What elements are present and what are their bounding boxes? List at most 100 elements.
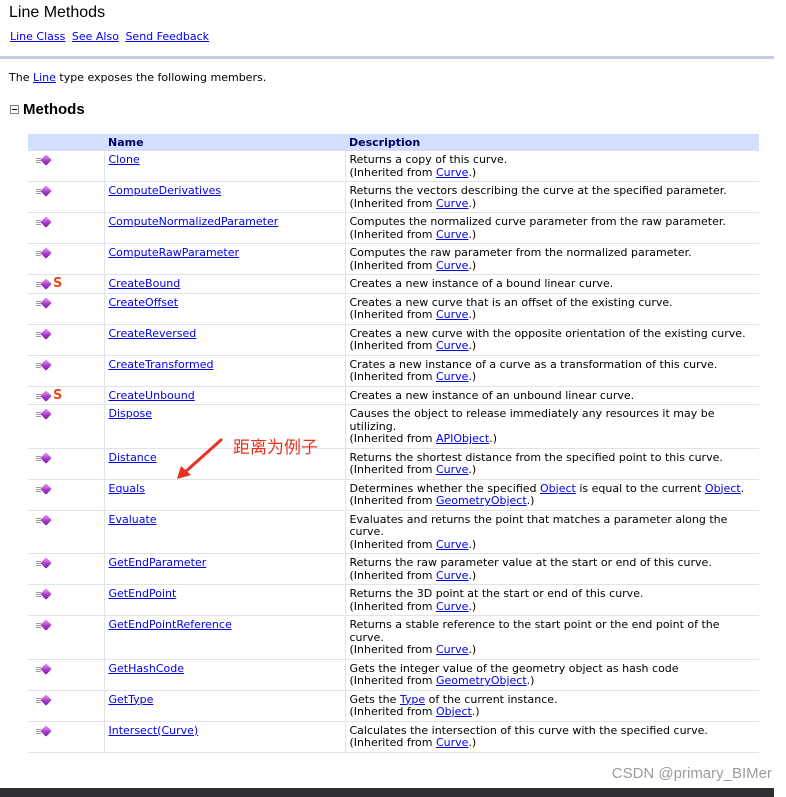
icon-cell [28, 690, 104, 722]
inherited-from-link[interactable]: Object [436, 705, 472, 718]
description-cell: Gets the integer value of the geometry o… [344, 659, 759, 691]
description-column-header: Description [345, 134, 759, 151]
name-cell: CreateReversed [103, 324, 345, 356]
inherited-suffix: .) [468, 227, 477, 241]
inherited-suffix: .) [468, 537, 477, 551]
method-link[interactable]: Dispose [109, 407, 152, 420]
method-link[interactable]: GetEndPointReference [109, 618, 232, 631]
send-feedback-link[interactable]: Send Feedback [125, 30, 209, 43]
inherited-from-link[interactable]: Curve [436, 538, 468, 551]
table-body: Clone Returns a copy of this curve. (Inher… [28, 151, 759, 753]
description-text: Gets the [349, 692, 400, 706]
inherited-prefix: (Inherited from [349, 165, 436, 179]
table-row: GetEndParameter Returns the raw parameter… [28, 553, 759, 585]
icon-cell: S [28, 274, 104, 294]
method-link[interactable]: ComputeNormalizedParameter [109, 215, 279, 228]
inherited-from-link[interactable]: Curve [436, 259, 468, 272]
icon-cell [28, 355, 104, 387]
icon-cell [28, 212, 104, 244]
description-cell: Causes the object to release immediately… [344, 404, 759, 449]
description-text: Causes the object to release immediately… [349, 407, 715, 433]
method-link[interactable]: CreateUnbound [109, 389, 195, 402]
description-cell: Returns the 3D point at the start or end… [344, 584, 759, 616]
inherited-from-link[interactable]: Curve [436, 166, 468, 179]
icon-cell [28, 293, 104, 325]
see-also-link[interactable]: See Also [72, 30, 119, 43]
inherited-prefix: (Inherited from [349, 599, 436, 613]
table-row: Clone Returns a copy of this curve. (Inher… [28, 151, 759, 182]
public-method-icon [36, 185, 52, 197]
inherited-suffix: .) [489, 432, 498, 445]
table-row: CreateReversed Creates a new curve with t… [28, 324, 759, 356]
icon-cell [28, 553, 104, 585]
method-link[interactable]: ComputeRawParameter [109, 246, 240, 259]
methods-section-header[interactable]: Methods [10, 101, 85, 118]
public-method-icon [36, 154, 52, 166]
public-method-icon [36, 482, 52, 495]
inherited-from-link[interactable]: Curve [436, 308, 468, 321]
description-cell: Returns the vectors describing the curve… [344, 181, 759, 213]
table-row: CreateTransformed Crates a new instance o… [28, 355, 759, 387]
method-link[interactable]: Evaluate [109, 513, 157, 526]
method-link[interactable]: GetEndParameter [109, 556, 207, 569]
line-type-link[interactable]: Line [33, 71, 56, 84]
method-link[interactable]: CreateTransformed [109, 358, 214, 371]
method-link[interactable]: GetType [109, 693, 154, 706]
inherited-suffix: .) [468, 643, 477, 656]
table-row: GetEndPointReference Returns a stable ref… [28, 615, 759, 660]
type-link[interactable]: Type [400, 693, 425, 706]
inherited-from-link[interactable]: Curve [436, 643, 468, 656]
method-link[interactable]: GetHashCode [109, 662, 184, 675]
inherited-prefix: (Inherited from [349, 370, 436, 383]
method-link[interactable]: CreateBound [109, 277, 181, 290]
table-row: Equals Determines whether the specified O… [28, 479, 759, 511]
description-cell: Creates a new instance of a bound linear… [344, 274, 759, 294]
description-cell: Calculates the intersection of this curv… [344, 721, 759, 753]
inherited-from-link[interactable]: Curve [436, 463, 468, 476]
method-link[interactable]: CreateOffset [109, 296, 179, 309]
method-link[interactable]: Equals [109, 482, 145, 495]
public-method-icon [36, 358, 52, 371]
type-link[interactable]: Object [540, 482, 576, 495]
inherited-prefix: (Inherited from [349, 258, 436, 272]
inherited-from-link[interactable]: Curve [436, 228, 468, 241]
description-text: Calculates the intersection of this curv… [349, 723, 708, 737]
line-class-link[interactable]: Line Class [10, 30, 65, 43]
description-text: Returns the raw parameter value at the s… [349, 556, 712, 569]
inherited-from-link[interactable]: GeometryObject [436, 674, 527, 687]
collapse-icon[interactable] [10, 105, 19, 114]
description-cell: Returns the raw parameter value at the s… [344, 553, 759, 585]
description-text: Gets the integer value of the geometry o… [349, 661, 679, 675]
public-method-icon [36, 327, 52, 340]
inherited-from-link[interactable]: Curve [436, 736, 468, 749]
inherited-from-link[interactable]: GeometryObject [436, 494, 527, 507]
public-method-icon [36, 408, 52, 420]
type-link[interactable]: Object [705, 482, 741, 495]
description-text: is equal to the current [575, 481, 705, 495]
intro-text: The Line type exposes the following memb… [9, 71, 266, 84]
inherited-from-link[interactable]: Curve [436, 569, 468, 582]
inherited-from-link[interactable]: APIObject [436, 432, 489, 445]
inherited-suffix: .) [468, 165, 477, 179]
icon-cell [28, 659, 104, 691]
inherited-from-link[interactable]: Curve [436, 370, 468, 383]
name-cell: Evaluate [103, 510, 345, 554]
icon-cell: S [28, 386, 104, 405]
description-cell: Creates a new curve with the opposite or… [344, 324, 759, 356]
method-link[interactable]: Intersect(Curve) [109, 724, 199, 737]
inherited-from-link[interactable]: Curve [436, 197, 468, 210]
public-method-icon [36, 278, 52, 290]
icon-cell [28, 448, 104, 480]
method-link[interactable]: Distance [109, 451, 157, 464]
method-link[interactable]: Clone [109, 153, 140, 166]
method-link[interactable]: GetEndPoint [109, 587, 177, 600]
name-cell: Clone [103, 151, 345, 182]
inherited-from-link[interactable]: Curve [436, 339, 468, 352]
description-cell: Returns a copy of this curve. (Inherited … [344, 151, 759, 182]
method-link[interactable]: CreateReversed [109, 327, 197, 340]
table-row: GetType Gets the Type of the current inst… [28, 690, 759, 722]
inherited-from-link[interactable]: Curve [436, 600, 468, 613]
method-link[interactable]: ComputeDerivatives [109, 184, 222, 197]
watermark: CSDN @primary_BIMer [611, 765, 772, 782]
table-row: GetHashCode Gets the integer value of the… [28, 659, 759, 691]
